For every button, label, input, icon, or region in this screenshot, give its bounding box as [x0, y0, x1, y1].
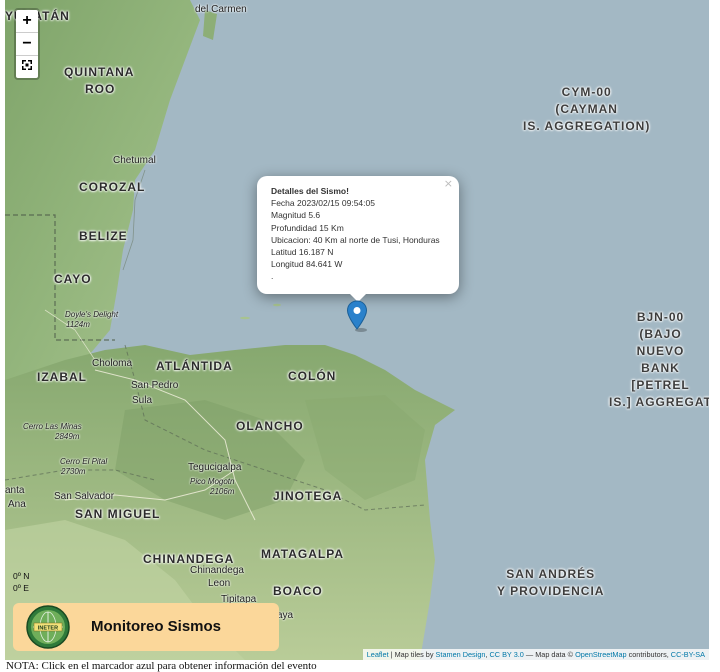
- map-container[interactable]: YUCATÁN QUINTANA ROO COROZAL BELIZE CAYO…: [5, 0, 709, 660]
- ineter-badge-text: INETER: [38, 626, 58, 632]
- region-label-roo: ROO: [85, 82, 116, 96]
- city-label-chinandega: Chinandega: [190, 565, 244, 576]
- sea-label-bajo-line2: (BAJO: [639, 327, 682, 341]
- sea-label-cayman-line1: CYM-00: [561, 85, 612, 99]
- city-label-tegucigalpa: Tegucigalpa: [188, 462, 242, 473]
- stamen-link[interactable]: Stamen Design: [436, 650, 486, 659]
- monitoreo-title: Monitoreo Sismos: [91, 618, 222, 635]
- coordinates-lon: 0º E: [13, 583, 29, 593]
- sea-label-san-andres: SAN ANDRÉS Y PROVIDENCIA: [497, 566, 604, 600]
- peak-doyles-name: Doyle's Delight: [65, 310, 119, 319]
- region-label-cayo: CAYO: [54, 272, 92, 286]
- zoom-in-button[interactable]: +: [16, 10, 38, 33]
- zoom-out-button[interactable]: −: [16, 33, 38, 56]
- sea-label-bajo-line1: BJN-00: [636, 310, 685, 324]
- region-label-jinotega: JINOTEGA: [273, 489, 343, 503]
- region-label-chinandega: CHINANDEGA: [143, 552, 235, 566]
- sea-label-bajo-line5: [PETREL: [631, 378, 690, 392]
- peak-mogotn-name: Pico Mogotn: [190, 477, 235, 486]
- city-label-aya: aya: [277, 610, 294, 621]
- peak-label-cerro-las-minas: Cerro Las Minas 2849m: [23, 422, 82, 442]
- sea-label-bajo-line6: IS.] AGGREGAT: [609, 395, 709, 409]
- popup-latitud: Latitud 16.187 N: [271, 247, 334, 258]
- peak-label-doyles-delight: Doyle's Delight 1124m: [65, 310, 118, 330]
- popup-longitud: Longitud 84.641 W: [271, 259, 343, 270]
- peak-pital-name: Cerro El Pital: [60, 457, 108, 466]
- city-label-del-carmen: del Carmen: [195, 4, 247, 15]
- ccbysa-link[interactable]: CC-BY-SA: [671, 650, 705, 659]
- sea-label-cayman-line2: (CAYMAN: [555, 102, 618, 116]
- attrib-sep4: contributors,: [626, 650, 671, 659]
- peak-label-pico-mogotn: Pico Mogotn 2106m: [190, 477, 234, 497]
- zoom-control: + −: [14, 8, 40, 80]
- earthquake-popup: × Detalles del Sismo! Fecha 2023/02/15 0…: [257, 176, 459, 302]
- region-label-colon: COLÓN: [288, 369, 337, 383]
- popup-magnitud: Magnitud 5.6: [271, 210, 321, 221]
- peak-label-cerro-el-pital: Cerro El Pital 2730m: [60, 457, 107, 477]
- sea-label-bajo-line4: BANK: [641, 361, 680, 375]
- sea-label-san-andres-line2: Y PROVIDENCIA: [497, 584, 605, 598]
- sea-label-cayman-line3: IS. AGGREGATION): [523, 119, 651, 133]
- coordinates-readout: 0º N 0º E: [13, 570, 29, 594]
- map-pin-icon: [346, 300, 368, 332]
- region-label-izabal: IZABAL: [37, 370, 87, 384]
- monitoreo-logo-panel: INETER Monitoreo Sismos: [13, 603, 279, 651]
- city-label-san-salvador: San Salvador: [54, 491, 115, 502]
- region-label-matagalpa: MATAGALPA: [261, 547, 344, 561]
- region-label-san-miguel: SAN MIGUEL: [75, 507, 161, 521]
- leaflet-link[interactable]: Leaflet: [367, 650, 389, 659]
- fullscreen-button[interactable]: [16, 56, 38, 78]
- earthquake-marker[interactable]: [346, 300, 368, 332]
- region-label-boaco: BOACO: [273, 584, 323, 598]
- coordinates-lat: 0º N: [13, 571, 30, 581]
- city-label-san-pedro: San Pedro: [131, 380, 179, 391]
- popup-title: Detalles del Sismo!: [271, 186, 349, 196]
- peak-pital-elev: 2730m: [61, 467, 86, 476]
- region-label-belize: BELIZE: [79, 229, 128, 243]
- popup-fecha: Fecha 2023/02/15 09:54:05: [271, 198, 375, 209]
- ineter-globe-logo: INETER: [26, 605, 70, 649]
- city-label-sula: Sula: [132, 395, 153, 406]
- region-label-ana: Ana: [8, 499, 26, 510]
- region-label-quintana: QUINTANA: [64, 65, 135, 79]
- popup-extra: .: [271, 271, 274, 282]
- region-label-atlantida: ATLÁNTIDA: [156, 359, 233, 373]
- peak-minas-elev: 2849m: [55, 432, 80, 441]
- popup-profundidad: Profundidad 15 Km: [271, 222, 344, 233]
- city-label-choloma: Choloma: [92, 358, 133, 369]
- peak-mogotn-elev: 2106m: [210, 487, 235, 496]
- region-label-santa: anta: [5, 485, 25, 496]
- city-label-chetumal: Chetumal: [113, 155, 156, 166]
- peak-minas-name: Cerro Las Minas: [23, 422, 82, 431]
- sea-label-cayman: CYM-00 (CAYMAN IS. AGGREGATION): [523, 84, 650, 135]
- city-label-leon: Leon: [208, 578, 231, 589]
- fullscreen-icon: [22, 60, 32, 70]
- sea-label-bajo-line3: NUEVO: [636, 344, 685, 358]
- popup-content: Detalles del Sismo! Fecha 2023/02/15 09:…: [271, 185, 449, 283]
- attrib-sep1: | Map tiles by: [388, 650, 436, 659]
- sea-label-bajo-nuevo: BJN-00 (BAJO NUEVO BANK [PETREL IS.] AGG…: [609, 309, 709, 411]
- footer-note: NOTA: Click en el marcador azul para obt…: [6, 660, 317, 672]
- map-attribution: Leaflet | Map tiles by Stamen Design, CC…: [362, 649, 709, 660]
- ccby-link[interactable]: CC BY 3.0: [490, 650, 524, 659]
- popup-ubicacion: Ubicacion: 40 Km al norte de Tusi, Hondu…: [271, 234, 440, 245]
- region-label-olancho: OLANCHO: [236, 419, 304, 433]
- osm-link[interactable]: OpenStreetMap: [575, 650, 627, 659]
- attrib-sep3: — Map data ©: [523, 650, 576, 659]
- sea-label-san-andres-line1: SAN ANDRÉS: [506, 567, 596, 581]
- peak-doyles-elev: 1124m: [66, 320, 90, 329]
- region-label-corozal: COROZAL: [79, 180, 146, 194]
